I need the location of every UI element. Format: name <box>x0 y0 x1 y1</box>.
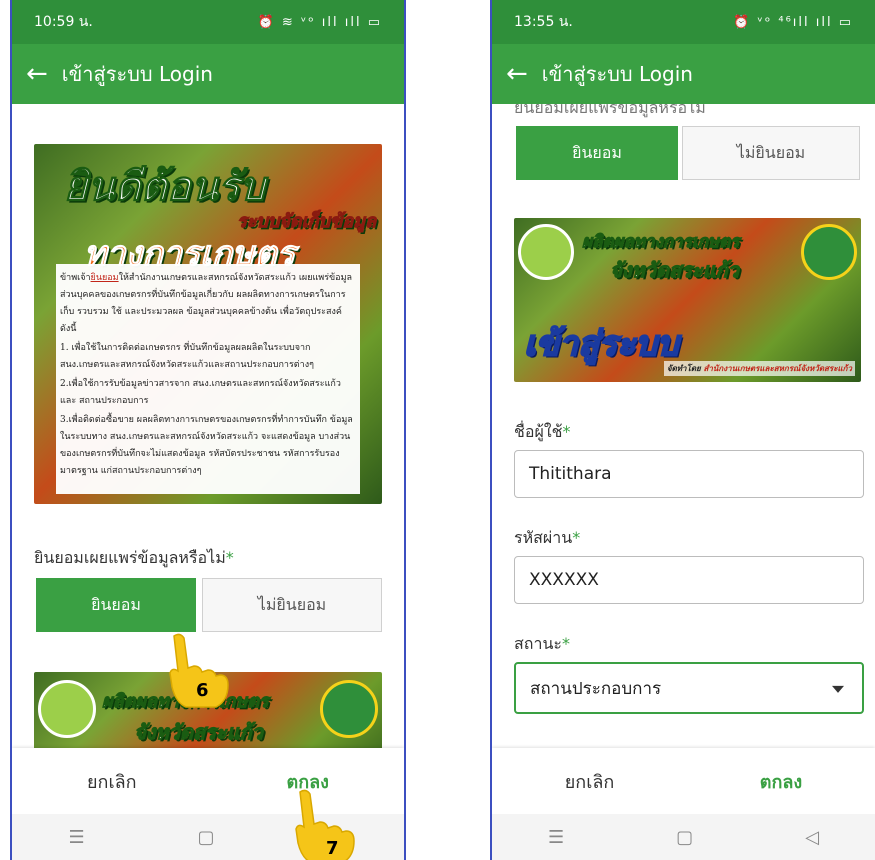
status-select[interactable]: สถานประกอบการ <box>514 662 864 714</box>
status-time: 13:55 น. <box>514 14 573 30</box>
content-scroll[interactable]: ยินยอมเผยแพร่ข้อมูลหรือไม่ ยินยอม ไม่ยิน… <box>492 104 875 748</box>
credit-agency: สำนักงานเกษตรและสหกรณ์จังหวัดสระแก้ว <box>703 364 853 373</box>
required-mark: * <box>572 528 581 547</box>
ok-button[interactable]: ตกลง <box>760 767 802 796</box>
welcome-banner: ยินดีต้อนรับ ระบบจัดเก็บข้อมูล ทางการเกษ… <box>34 144 382 504</box>
consent-label-partial: ยินยอมเผยแพร่ข้อมูลหรือไม่ <box>514 104 706 117</box>
notice-highlight: ยินยอม <box>90 273 119 283</box>
password-input[interactable]: XXXXXX <box>514 556 864 604</box>
credit-prefix: จัดทำโดย <box>666 364 701 373</box>
status-bar: 10:59 น. ⏰ ≋ ᵛᵒ ıll ıll ▭ <box>12 0 404 44</box>
home-icon[interactable]: ▢ <box>676 827 693 848</box>
page-title: เข้าสู่ระบบ Login <box>61 62 213 86</box>
status-label-text: สถานะ <box>514 634 562 653</box>
province-seal-icon <box>518 224 574 280</box>
password-label: รหัสผ่าน* <box>514 526 580 551</box>
ministry-seal-icon <box>801 224 857 280</box>
status-icons: ⏰ ≋ ᵛᵒ ıll ıll ▭ <box>257 14 382 30</box>
app-bar: ← เข้าสู่ระบบ Login <box>12 44 404 104</box>
recent-apps-icon[interactable]: ☰ <box>548 827 564 848</box>
notice-item-1: 1. เพื่อใช้ในการติดต่อเกษตรกร ที่บันทึกข… <box>60 343 314 370</box>
accept-button[interactable]: ยินยอม <box>516 126 678 180</box>
home-icon[interactable]: ▢ <box>198 827 215 848</box>
produce-banner-province: จังหวัดสระแก้ว <box>134 720 264 745</box>
phone-screen-right: 13:55 น. ⏰ ᵛᵒ ⁴⁶ıll ıll ▭ ← เข้าสู่ระบบ … <box>490 0 875 860</box>
banner-credit: จัดทำโดย สำนักงานเกษตรและสหกรณ์จังหวัดสร… <box>663 361 855 376</box>
system-nav-bar: ☰ ▢ ◁ <box>492 814 875 860</box>
phone-screen-left: 10:59 น. ⏰ ≋ ᵛᵒ ıll ıll ▭ ← เข้าสู่ระบบ … <box>10 0 406 860</box>
cancel-button[interactable]: ยกเลิก <box>87 767 137 796</box>
required-mark: * <box>562 422 571 441</box>
login-banner: ผลิตผลทางการเกษตร จังหวัดสระแก้ว เข้าสู่… <box>514 218 861 382</box>
app-bar: ← เข้าสู่ระบบ Login <box>492 44 875 104</box>
cancel-button[interactable]: ยกเลิก <box>565 767 615 796</box>
status-time: 10:59 น. <box>34 14 93 30</box>
back-arrow-icon[interactable]: ← <box>506 61 528 87</box>
banner-province: จังหวัดสระแก้ว <box>610 258 740 283</box>
back-icon[interactable]: ◁ <box>805 827 819 848</box>
page-title: เข้าสู่ระบบ Login <box>541 62 693 86</box>
required-mark: * <box>225 548 234 567</box>
back-arrow-icon[interactable]: ← <box>26 61 48 87</box>
banner-welcome-text: ยินดีต้อนรับ <box>64 164 266 211</box>
pointing-hand-icon <box>169 633 229 708</box>
recent-apps-icon[interactable]: ☰ <box>68 827 84 848</box>
dialog-actions: ยกเลิก ตกลง <box>492 748 875 814</box>
ministry-seal-icon <box>320 680 378 738</box>
banner-login: เข้าสู่ระบบ <box>523 323 679 365</box>
caret-down-icon <box>832 685 844 693</box>
accept-button[interactable]: ยินยอม <box>36 578 196 632</box>
consent-label-text: ยินยอมเผยแพร่ข้อมูลหรือไม่ <box>34 548 226 567</box>
status-select-value: สถานประกอบการ <box>530 678 662 699</box>
decline-button[interactable]: ไม่ยินยอม <box>202 578 382 632</box>
step-7-pointer: 7 <box>274 786 355 860</box>
notice-item-2: 2.เพื่อใช้การรับข้อมูลข่าวสารจาก สนง.เกษ… <box>60 379 341 406</box>
banner-title: ผลิตผลทางการเกษตร <box>581 232 740 253</box>
status-bar: 13:55 น. ⏰ ᵛᵒ ⁴⁶ıll ıll ▭ <box>492 0 875 44</box>
username-label-text: ชื่อผู้ใช้ <box>514 422 563 441</box>
consent-label: ยินยอมเผยแพร่ข้อมูลหรือไม่* <box>34 546 234 571</box>
notice-item-3: 3.เพื่อติดต่อซื้อขาย ผลผลิตทางการเกษตรขอ… <box>60 415 353 476</box>
required-mark: * <box>561 634 570 653</box>
province-seal-icon <box>38 680 96 738</box>
consent-notice: ข้าพเจ้ายินยอมให้สำนักงานเกษตรและสหกรณ์จ… <box>56 264 360 494</box>
step-6-number: 6 <box>196 680 209 701</box>
username-input[interactable]: Thitithara <box>514 450 864 498</box>
step-7-number: 7 <box>326 838 339 859</box>
password-label-text: รหัสผ่าน <box>514 528 573 547</box>
username-label: ชื่อผู้ใช้* <box>514 420 571 445</box>
pointing-hand-icon <box>295 789 355 860</box>
status-icons: ⏰ ᵛᵒ ⁴⁶ıll ıll ▭ <box>733 14 853 30</box>
decline-button[interactable]: ไม่ยินยอม <box>682 126 860 180</box>
step-6-pointer: 6 <box>152 630 229 708</box>
notice-text-pre: ข้าพเจ้า <box>60 273 91 283</box>
status-label: สถานะ* <box>514 632 570 657</box>
